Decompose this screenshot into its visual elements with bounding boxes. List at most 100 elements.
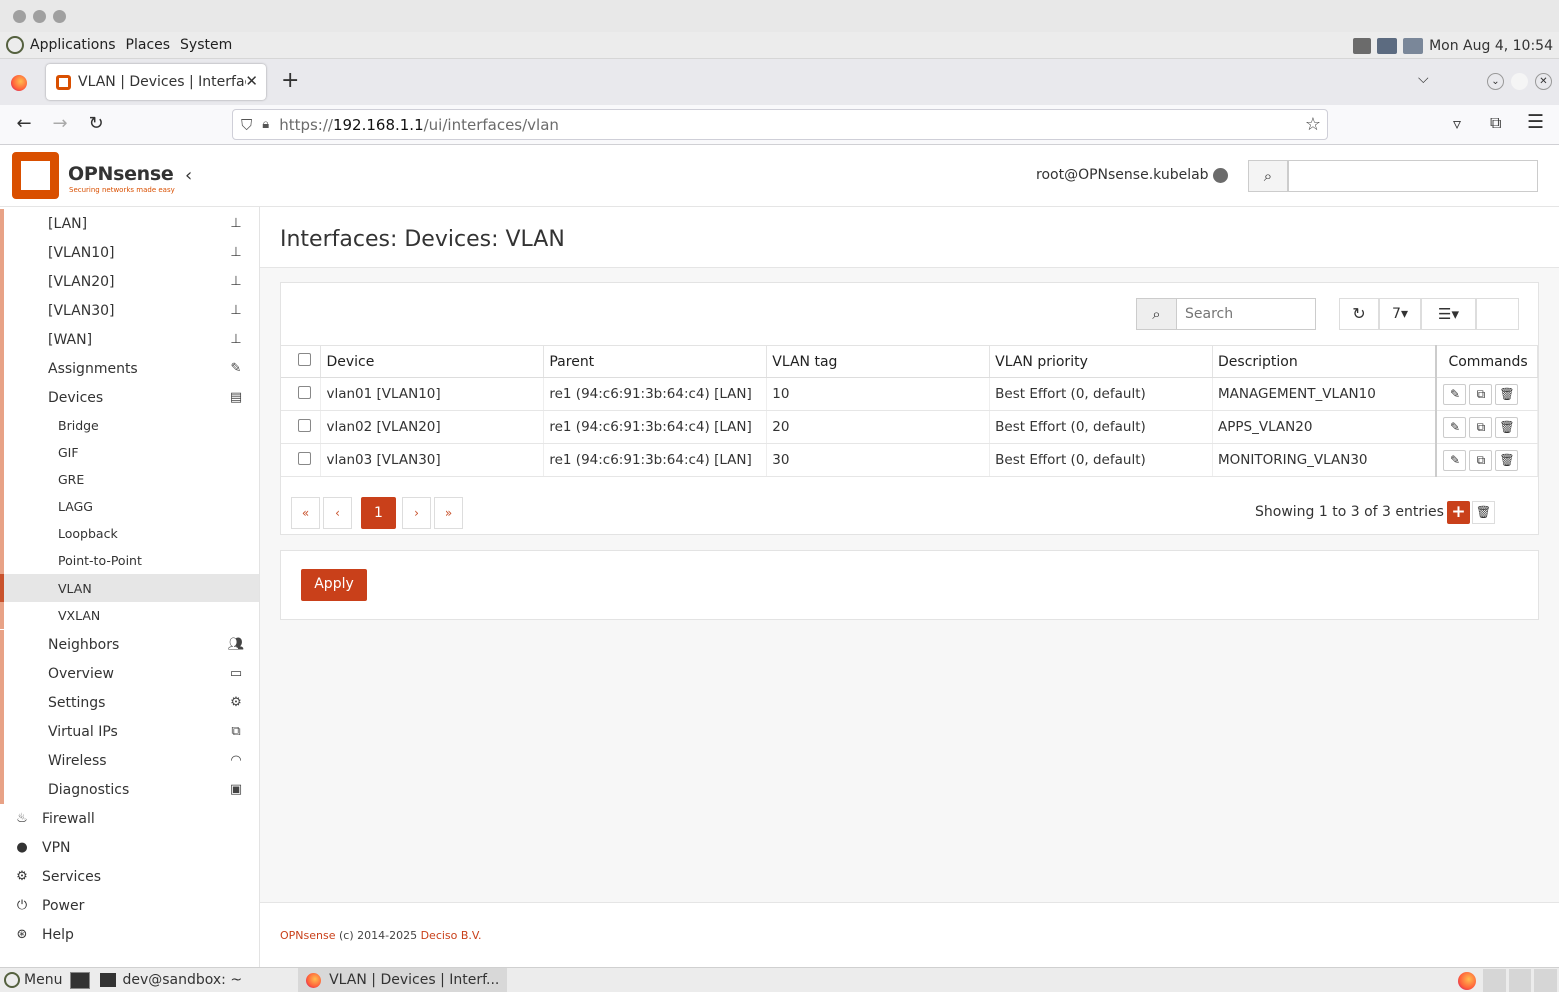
opnsense-logo-icon[interactable] [12, 152, 59, 199]
extensions-icon[interactable]: ⧉ [1490, 113, 1501, 133]
tab-list-chevron-icon[interactable]: ⌵ [1418, 71, 1429, 87]
pagination-prev[interactable]: ‹ [323, 497, 352, 529]
sidebar-item-vlan10[interactable]: [VLAN10] ⊥ [0, 238, 259, 267]
tab-close-icon[interactable]: ✕ [245, 72, 258, 90]
sidebar-item-firewall[interactable]: ♨ Firewall [0, 804, 259, 833]
sidebar-item-lan[interactable]: [LAN] ⊥ [0, 209, 259, 238]
applications-menu[interactable]: Applications [30, 37, 116, 53]
menu-logo-icon[interactable] [4, 972, 20, 988]
pagination-last[interactable]: » [434, 497, 463, 529]
sidebar-item-overview[interactable]: Overview ▭ [0, 659, 259, 688]
sidebar-item-loopback[interactable]: Loopback [0, 520, 259, 547]
taskbar-browser-window[interactable]: VLAN | Devices | Interf... [298, 967, 508, 992]
sidebar-item-vpn[interactable]: ● VPN [0, 833, 259, 862]
workspace-2[interactable] [1508, 969, 1532, 992]
reload-icon[interactable]: ↻ [84, 113, 108, 134]
clone-icon[interactable]: ⧉ [1469, 449, 1493, 471]
pagination-page-1[interactable]: 1 [361, 497, 396, 529]
sidebar-item-neighbors[interactable]: Neighbors 👥︎ [0, 630, 259, 659]
shield-icon[interactable]: ⛉ [241, 116, 252, 134]
global-search-input[interactable] [1288, 160, 1538, 192]
edit-pencil-icon[interactable]: ✎ [1443, 383, 1467, 405]
current-user[interactable]: root@OPNsense.kubelab [1036, 167, 1209, 183]
lock-icon[interactable]: 🔒︎ [262, 117, 269, 132]
delete-trash-icon[interactable]: 🗑︎ [1495, 416, 1519, 438]
grid-page-size-dropdown[interactable]: 7▾ [1379, 298, 1421, 330]
workspace-switcher[interactable] [1483, 969, 1558, 992]
grid-refresh-button[interactable]: ↻ [1339, 298, 1379, 330]
menu-button[interactable]: Menu [24, 972, 62, 988]
select-all-checkbox[interactable] [298, 353, 311, 366]
sidebar-item-vxlan[interactable]: VXLAN [0, 602, 259, 629]
sidebar-item-gre[interactable]: GRE [0, 466, 259, 493]
edit-pencil-icon[interactable]: ✎ [1443, 416, 1467, 438]
sidebar-item-lagg[interactable]: LAGG [0, 493, 259, 520]
grid-extra-button[interactable] [1476, 298, 1519, 330]
delete-trash-icon[interactable]: 🗑︎ [1495, 449, 1519, 471]
sidebar-item-services[interactable]: ⚙ Services [0, 862, 259, 891]
sidebar-item-diagnostics[interactable]: Diagnostics ▣ [0, 775, 259, 804]
sidebar-item-wireless[interactable]: Wireless ◠ [0, 746, 259, 775]
pocket-icon[interactable]: ▿ [1453, 114, 1461, 133]
window-restore-button[interactable] [1511, 73, 1528, 90]
clone-icon[interactable]: ⧉ [1469, 383, 1493, 405]
column-header-device[interactable]: Device [320, 345, 545, 378]
global-search-button[interactable]: ⌕ [1248, 160, 1288, 192]
column-header-vlan-tag[interactable]: VLAN tag [766, 345, 991, 378]
grid-search-button[interactable]: ⌕ [1136, 298, 1177, 330]
pagination-next[interactable]: › [402, 497, 431, 529]
footer-brand-link[interactable]: OPNsense [280, 929, 336, 942]
workspace-3[interactable] [1534, 969, 1558, 992]
add-item-button[interactable]: + [1447, 501, 1470, 524]
volume-icon[interactable] [1353, 37, 1372, 54]
forward-icon[interactable]: → [48, 113, 72, 134]
sidebar-item-virtual-ips[interactable]: Virtual IPs ⧉ [0, 717, 259, 746]
places-menu[interactable]: Places [126, 37, 171, 53]
sidebar-item-power[interactable]: ⏻ Power [0, 891, 259, 920]
tab-vlan-devices[interactable]: VLAN | Devices | Interface ✕ [46, 64, 266, 100]
delete-selected-button[interactable]: 🗑︎ [1472, 501, 1495, 524]
grid-columns-dropdown[interactable]: ☰▾ [1421, 298, 1476, 330]
table-row[interactable]: vlan01 [VLAN10] re1 (94:c6:91:3b:64:c4) … [281, 377, 1539, 411]
app-menu-icon[interactable]: ☰ [1527, 111, 1544, 133]
window-close-button[interactable]: ✕ [1535, 73, 1552, 90]
grid-search-input[interactable] [1176, 298, 1316, 330]
taskbar-terminal-window[interactable]: dev@sandbox: ~ [100, 972, 242, 988]
sidebar-item-assignments[interactable]: Assignments ✎ [0, 354, 259, 383]
clone-icon[interactable]: ⧉ [1469, 416, 1493, 438]
workspace-1[interactable] [1483, 969, 1506, 992]
bookmark-star-icon[interactable]: ☆ [1305, 114, 1321, 135]
url-bar[interactable]: ⛉ 🔒︎ https://192.168.1.1/ui/interfaces/v… [232, 109, 1328, 140]
terminal-launcher-icon[interactable] [70, 971, 91, 989]
sidebar-item-vlan20[interactable]: [VLAN20] ⊥ [0, 267, 259, 296]
delete-trash-icon[interactable]: 🗑︎ [1495, 383, 1519, 405]
column-header-parent[interactable]: Parent [543, 345, 768, 378]
sidebar-item-gif[interactable]: GIF [0, 439, 259, 466]
sidebar-item-settings[interactable]: Settings ⚙ [0, 688, 259, 717]
window-close-dot[interactable] [13, 10, 26, 23]
column-header-description[interactable]: Description [1212, 345, 1437, 378]
tray-firefox-icon[interactable] [1458, 972, 1476, 990]
apply-button[interactable]: Apply [301, 569, 367, 601]
footer-company-link[interactable]: Deciso B.V. [421, 929, 482, 942]
sidebar-item-vlan30[interactable]: [VLAN30] ⊥ [0, 296, 259, 325]
table-row[interactable]: vlan02 [VLAN20] re1 (94:c6:91:3b:64:c4) … [281, 410, 1539, 444]
window-minimize-button[interactable]: ⌄ [1487, 73, 1504, 90]
sidebar-collapse-chevron-icon[interactable]: ‹ [185, 165, 192, 186]
new-tab-button[interactable]: + [281, 68, 299, 93]
sidebar-item-point-to-point[interactable]: Point-to-Point [0, 547, 259, 574]
sidebar-item-bridge[interactable]: Bridge [0, 412, 259, 439]
row-checkbox[interactable] [298, 418, 311, 432]
column-header-vlan-priority[interactable]: VLAN priority [989, 345, 1214, 378]
status-dot[interactable] [1213, 168, 1228, 183]
firefox-icon[interactable] [11, 75, 27, 91]
clock[interactable]: Mon Aug 4, 10:54 [1429, 38, 1553, 54]
clipboard-icon[interactable] [1403, 37, 1424, 54]
distro-logo-icon[interactable] [6, 36, 24, 54]
sidebar-item-wan[interactable]: [WAN] ⊥ [0, 325, 259, 354]
window-maximize-dot[interactable] [53, 10, 66, 23]
network-icon[interactable] [1377, 37, 1398, 54]
edit-pencil-icon[interactable]: ✎ [1443, 449, 1467, 471]
row-checkbox[interactable] [298, 385, 311, 399]
back-icon[interactable]: ← [12, 113, 36, 134]
